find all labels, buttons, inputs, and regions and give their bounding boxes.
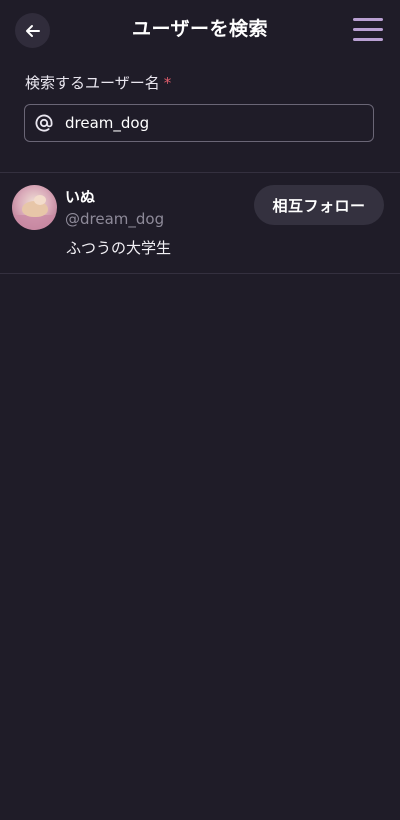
page-title: ユーザーを検索 xyxy=(131,18,269,40)
user-bio: ふつうの大学生 xyxy=(66,239,172,257)
search-input[interactable] xyxy=(65,105,365,141)
avatar[interactable] xyxy=(12,185,57,230)
required-mark: * xyxy=(163,74,172,92)
search-field-label: 検索するユーザー名 * xyxy=(25,72,171,93)
search-box[interactable] xyxy=(24,104,374,142)
search-label-text: 検索するユーザー名 xyxy=(25,74,160,92)
hamburger-menu-button[interactable] xyxy=(353,18,383,42)
user-display-name[interactable]: いぬ xyxy=(65,186,95,207)
hamburger-menu-icon xyxy=(353,18,383,21)
at-sign-icon xyxy=(35,114,53,132)
mutual-follow-button[interactable]: 相互フォロー xyxy=(254,185,384,225)
divider-bottom xyxy=(0,273,400,274)
user-handle: @dream_dog xyxy=(65,210,165,228)
header: ユーザーを検索 xyxy=(0,0,400,58)
user-result-row[interactable]: いぬ @dream_dog ふつうの大学生 相互フォロー xyxy=(0,173,400,273)
app-root: ユーザーを検索 検索するユーザー名* いぬ @dream_dog ふつうの大学生… xyxy=(0,0,400,820)
